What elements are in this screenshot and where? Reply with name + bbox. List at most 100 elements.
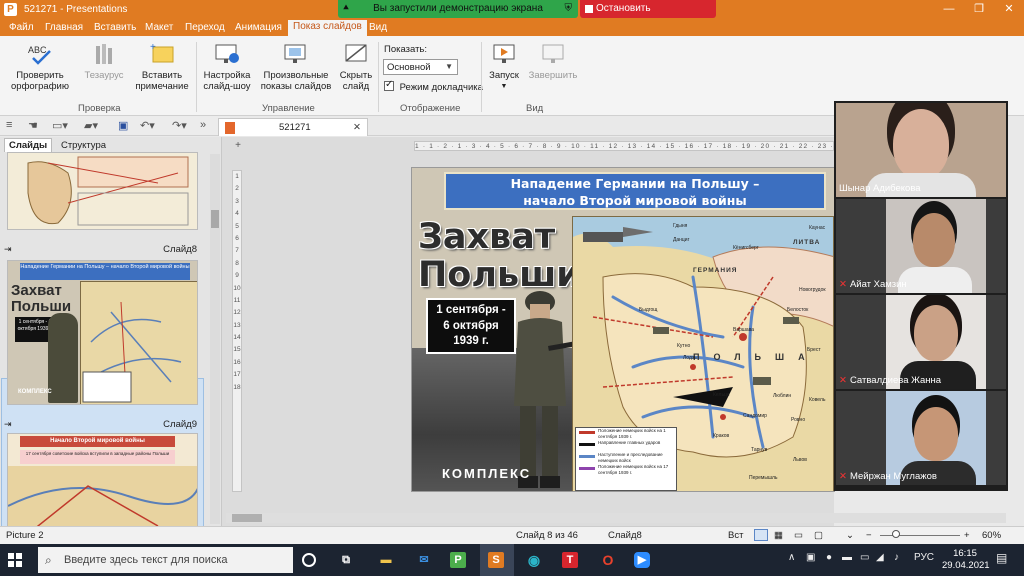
vertical-ruler[interactable]: 1 2 3 4 5 6 7 8 9 10 11 12 13 14 15 16 17 18 — [232, 170, 242, 492]
keyboard-language[interactable]: РУС — [914, 552, 934, 563]
edge-icon[interactable]: ◉ — [524, 550, 544, 570]
finish-show-button[interactable]: Завершить — [526, 42, 580, 81]
scrollbar-thumb[interactable] — [232, 514, 262, 522]
slides-scrollbar[interactable] — [210, 154, 220, 524]
participant-tile[interactable]: ✕ Айат Хамзин — [836, 199, 1006, 293]
map-city: Брест — [807, 347, 821, 353]
cortana-icon[interactable] — [302, 553, 316, 567]
show-select[interactable]: Основной ▼ — [383, 59, 458, 75]
windows-start-icon[interactable] — [8, 553, 22, 567]
zoom-slider-handle[interactable] — [892, 530, 900, 538]
thumb8-soldier — [48, 313, 78, 403]
opera-icon[interactable]: O — [598, 550, 618, 570]
taskbar-search[interactable]: ⌕ Введите здесь текст для поиска — [38, 547, 293, 573]
video-camera-icon[interactable]: ▬ — [842, 552, 852, 563]
zoom-level[interactable]: 60% — [982, 530, 1001, 541]
network-icon[interactable]: ◢ — [876, 552, 884, 563]
status-insert-mode[interactable]: Вст — [728, 530, 743, 541]
horizontal-ruler[interactable]: 1 · 1 · 2 · 1 · 3 · 4 · 5 · 6 · 7 · 8 · … — [414, 141, 834, 151]
group-divider — [481, 42, 482, 112]
tab-animation[interactable]: Анимация — [230, 21, 287, 34]
comment-icon: + — [149, 42, 175, 66]
slideshow-view-icon[interactable]: ▢ — [814, 530, 823, 541]
battery-icon[interactable]: ▭ — [860, 552, 869, 563]
hide-slide-icon — [343, 42, 369, 66]
menu-icon[interactable]: ≡ — [6, 119, 12, 131]
notifications-icon[interactable]: ▤ — [996, 551, 1007, 565]
slide-thumbnail-9[interactable]: Начало Второй мировой войны 17 сентября … — [7, 433, 198, 526]
tab-insert[interactable]: Вставить — [89, 21, 141, 34]
presentations-icon[interactable]: S — [488, 552, 504, 568]
participant-tile[interactable]: Шынар Адибекова — [836, 103, 1006, 197]
microphone-icon[interactable]: ● — [826, 552, 832, 563]
tab-slides[interactable]: Слайды — [4, 138, 53, 152]
tab-layout[interactable]: Макет — [140, 21, 178, 34]
textmaker-icon[interactable]: T — [562, 552, 578, 568]
stop-share-button[interactable]: Остановить демонстрацию — [580, 0, 716, 32]
slide-thumbnail-8[interactable]: Нападение Германии на Польшу – начало Вт… — [7, 260, 198, 405]
thesaurus-button[interactable]: Тезаурус — [82, 42, 126, 81]
slide-banner: Нападение Германии на Польшу – начало Вт… — [444, 172, 826, 210]
editor-horizontal-scrollbar[interactable] — [226, 513, 1006, 523]
new-document-icon[interactable]: ▭▾ — [52, 119, 68, 132]
file-explorer-icon[interactable]: ▬ — [376, 550, 396, 570]
minimize-button[interactable]: — — [934, 0, 964, 19]
open-folder-icon[interactable]: ▰▾ — [84, 119, 98, 132]
more-icon[interactable]: » — [200, 119, 206, 131]
close-tab-icon[interactable]: ✕ — [353, 119, 361, 136]
ruler-mark: 11 — [233, 296, 241, 304]
tray-app-icon[interactable]: ▣ — [806, 552, 815, 563]
presenter-mode-checkbox[interactable]: Режим докладчика — [384, 79, 483, 93]
tab-view[interactable]: Вид — [364, 21, 392, 34]
spelling-button[interactable]: ABC Проверить орфографию — [8, 42, 72, 92]
pin-icon[interactable]: ⯅ — [342, 0, 350, 18]
slide-sorter-icon[interactable]: ▦ — [774, 530, 783, 541]
participant-tile[interactable]: ✕ Мейржан Муглажов — [836, 391, 1006, 485]
task-view-icon[interactable]: ⧉ — [336, 550, 356, 570]
custom-show-button[interactable]: Произвольные показы слайдов — [258, 42, 334, 92]
zoom-out-icon[interactable]: − — [866, 530, 872, 541]
tray-chevron-icon[interactable]: ∧ — [788, 552, 795, 563]
volume-icon[interactable]: ♪ — [894, 552, 899, 563]
save-icon[interactable]: ▣ — [118, 119, 128, 132]
redo-icon[interactable]: ↷▾ — [172, 119, 187, 132]
tab-slideshow[interactable]: Показ слайдов — [288, 20, 367, 36]
taskbar-clock[interactable]: 16:15 29.04.2021 — [942, 548, 990, 572]
ruler-corner-icon[interactable]: + — [233, 141, 243, 151]
ruler-mark: 8 — [235, 259, 239, 267]
planmaker-icon[interactable]: P — [450, 552, 466, 568]
document-tab[interactable]: 521271 ✕ — [218, 118, 368, 136]
tab-home[interactable]: Главная — [40, 21, 88, 34]
legend-item: Положение немецких войск на 1 сентября 1… — [576, 428, 676, 440]
tab-file[interactable]: Файл — [4, 21, 39, 34]
notes-view-icon[interactable]: ▭ — [794, 530, 803, 541]
participant-tile[interactable]: ✕ Сатвалдиева Жанна — [836, 295, 1006, 389]
start-show-button[interactable]: Запуск ▼ — [486, 42, 522, 92]
undo-icon[interactable]: ↶▾ — [140, 119, 155, 132]
windows-taskbar: ⌕ Введите здесь текст для поиска ⧉ ▬ ✉ P… — [0, 544, 1024, 576]
thumb8-big-title: Захват Польши — [11, 282, 72, 315]
mail-icon[interactable]: ✉ — [414, 550, 434, 570]
chevron-down-icon[interactable]: ⌄ — [846, 530, 854, 541]
checkbox-checked-icon[interactable] — [384, 79, 394, 91]
ruler-mark: 14 — [233, 334, 241, 342]
normal-view-icon[interactable] — [754, 529, 768, 541]
thumb9-text: 17 сентября советские войска вступили в … — [20, 450, 175, 464]
insert-comment-button[interactable]: + Вставить примечание — [132, 42, 192, 92]
ruler-mark: 12 — [233, 309, 241, 317]
zoom-in-icon[interactable]: + — [964, 530, 970, 541]
zoom-app-icon[interactable]: ▶ — [634, 552, 650, 568]
close-window-button[interactable]: ✕ — [994, 0, 1024, 19]
map-city: Гдыня — [673, 223, 688, 229]
hand-icon[interactable]: ☚ — [28, 119, 38, 132]
setup-show-button[interactable]: Настройка слайд-шоу — [200, 42, 254, 92]
scrollbar-thumb[interactable] — [211, 210, 219, 228]
map-city: Данциг — [673, 237, 690, 243]
tab-outline[interactable]: Структура — [57, 139, 110, 152]
current-slide[interactable]: Нападение Германии на Польшу – начало Вт… — [411, 167, 835, 492]
hide-slide-button[interactable]: Скрыть слайд — [338, 42, 374, 92]
setup-show-label: Настройка слайд-шоу — [203, 70, 251, 92]
maximize-button[interactable]: ❐ — [964, 0, 994, 19]
slide-thumbnail-7[interactable] — [7, 152, 198, 230]
tab-transition[interactable]: Переход — [180, 21, 230, 34]
